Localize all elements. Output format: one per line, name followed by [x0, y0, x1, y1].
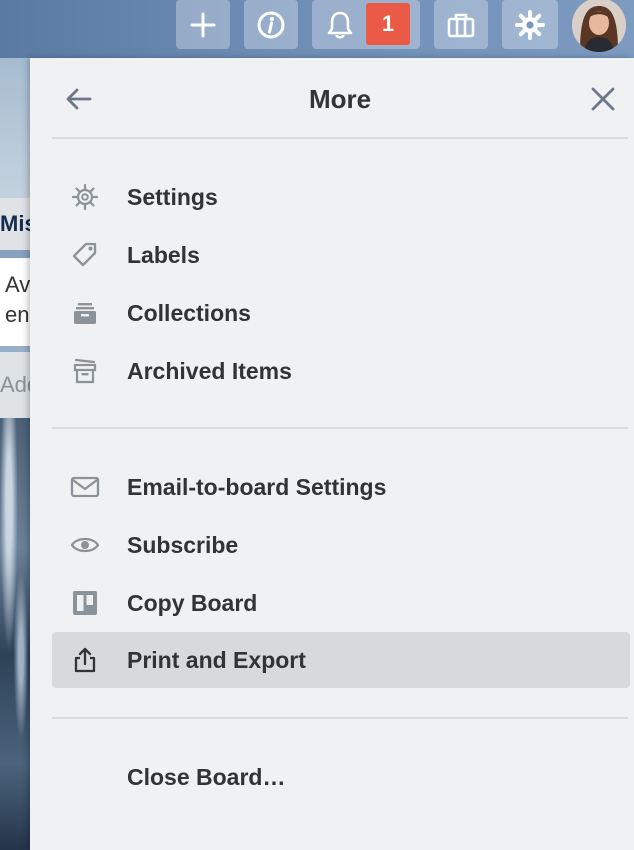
collection-icon — [70, 299, 100, 327]
menu-item-label: Archived Items — [127, 358, 292, 384]
gear-icon — [70, 183, 100, 211]
tag-icon — [70, 241, 100, 269]
panel-title: More — [308, 84, 372, 114]
menu-item-label: Close Board… — [127, 764, 286, 790]
menu-item-label: Email-to-board Settings — [127, 474, 387, 500]
eye-icon — [70, 531, 100, 559]
menu-item-label: Print and Export — [127, 647, 306, 673]
gear-icon — [515, 9, 545, 40]
workspace-button[interactable] — [434, 0, 488, 49]
menu-item-label: Collections — [127, 300, 251, 326]
top-header: 1 — [0, 0, 634, 58]
more-menu-panel: More Settings Labels Collections Archive… — [30, 58, 634, 850]
divider — [52, 137, 628, 139]
avatar[interactable] — [572, 0, 626, 52]
info-button[interactable] — [244, 0, 298, 49]
menu-item-print-and-export[interactable]: Print and Export — [52, 632, 630, 688]
notification-count-badge[interactable]: 1 — [366, 3, 410, 45]
close-icon — [591, 87, 615, 111]
briefcase-icon — [447, 13, 475, 37]
menu-item-copy-board[interactable]: Copy Board — [52, 575, 630, 631]
bell-icon — [327, 11, 353, 39]
list-card[interactable]: Av en — [0, 258, 30, 346]
board-background-image — [0, 418, 30, 850]
divider — [52, 427, 628, 429]
menu-item-labels[interactable]: Labels — [52, 227, 630, 283]
list-title[interactable]: Mis — [0, 198, 30, 250]
menu-item-settings[interactable]: Settings — [52, 169, 630, 225]
menu-item-collections[interactable]: Collections — [52, 285, 630, 341]
plus-icon — [190, 12, 216, 37]
menu-item-label: Labels — [127, 242, 200, 268]
user-avatar-image — [572, 0, 626, 52]
board-background — [0, 58, 30, 198]
menu-item-subscribe[interactable]: Subscribe — [52, 517, 630, 573]
close-button[interactable] — [590, 86, 616, 112]
panel-header: More — [30, 58, 634, 138]
divider — [52, 717, 628, 719]
card-text-line: Av — [5, 272, 30, 297]
menu-item-label: Copy Board — [127, 590, 258, 616]
share-icon — [70, 646, 100, 674]
add-card-button[interactable]: Add — [0, 352, 30, 418]
settings-button[interactable] — [502, 0, 558, 49]
menu-item-email-to-board-settings[interactable]: Email-to-board Settings — [52, 459, 630, 515]
menu-item-archived-items[interactable]: Archived Items — [52, 343, 630, 399]
menu-item-label: Subscribe — [127, 532, 239, 558]
card-text-line: en — [5, 302, 30, 327]
create-button[interactable] — [176, 0, 230, 49]
archive-icon — [70, 357, 100, 385]
board-icon — [70, 589, 100, 617]
menu-item-label: Settings — [127, 184, 218, 210]
info-icon — [257, 11, 285, 38]
menu-item-close-board[interactable]: Close Board… — [52, 749, 630, 805]
envelope-icon — [70, 473, 100, 501]
